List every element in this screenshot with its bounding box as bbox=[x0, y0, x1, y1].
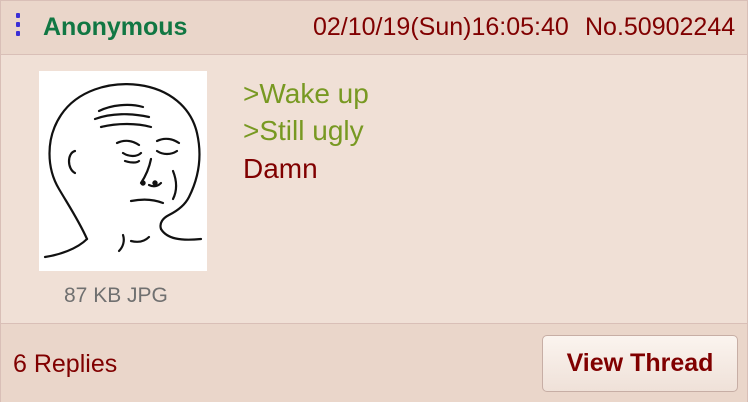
post-datetime: 02/10/19(Sun)16:05:40 bbox=[313, 13, 569, 41]
post-thumbnail[interactable] bbox=[39, 71, 207, 271]
greentext-line: >Wake up bbox=[243, 78, 369, 109]
post-header: Anonymous 02/10/19(Sun)16:05:40 No.50902… bbox=[1, 1, 747, 55]
post-footer: 6 Replies View Thread bbox=[1, 323, 747, 402]
post-card: Anonymous 02/10/19(Sun)16:05:40 No.50902… bbox=[0, 0, 748, 402]
post-text-line: Damn bbox=[243, 153, 318, 184]
file-info: 87 KB JPG bbox=[64, 284, 168, 307]
replies-count[interactable]: 6 Replies bbox=[13, 350, 117, 379]
post-author: Anonymous bbox=[43, 13, 188, 41]
view-thread-button[interactable]: View Thread bbox=[542, 335, 738, 392]
wojak-face-image bbox=[43, 83, 203, 259]
post-number[interactable]: No.50902244 bbox=[585, 11, 735, 43]
vertical-dots-icon[interactable] bbox=[15, 13, 21, 41]
greentext-line: >Still ugly bbox=[243, 115, 364, 146]
